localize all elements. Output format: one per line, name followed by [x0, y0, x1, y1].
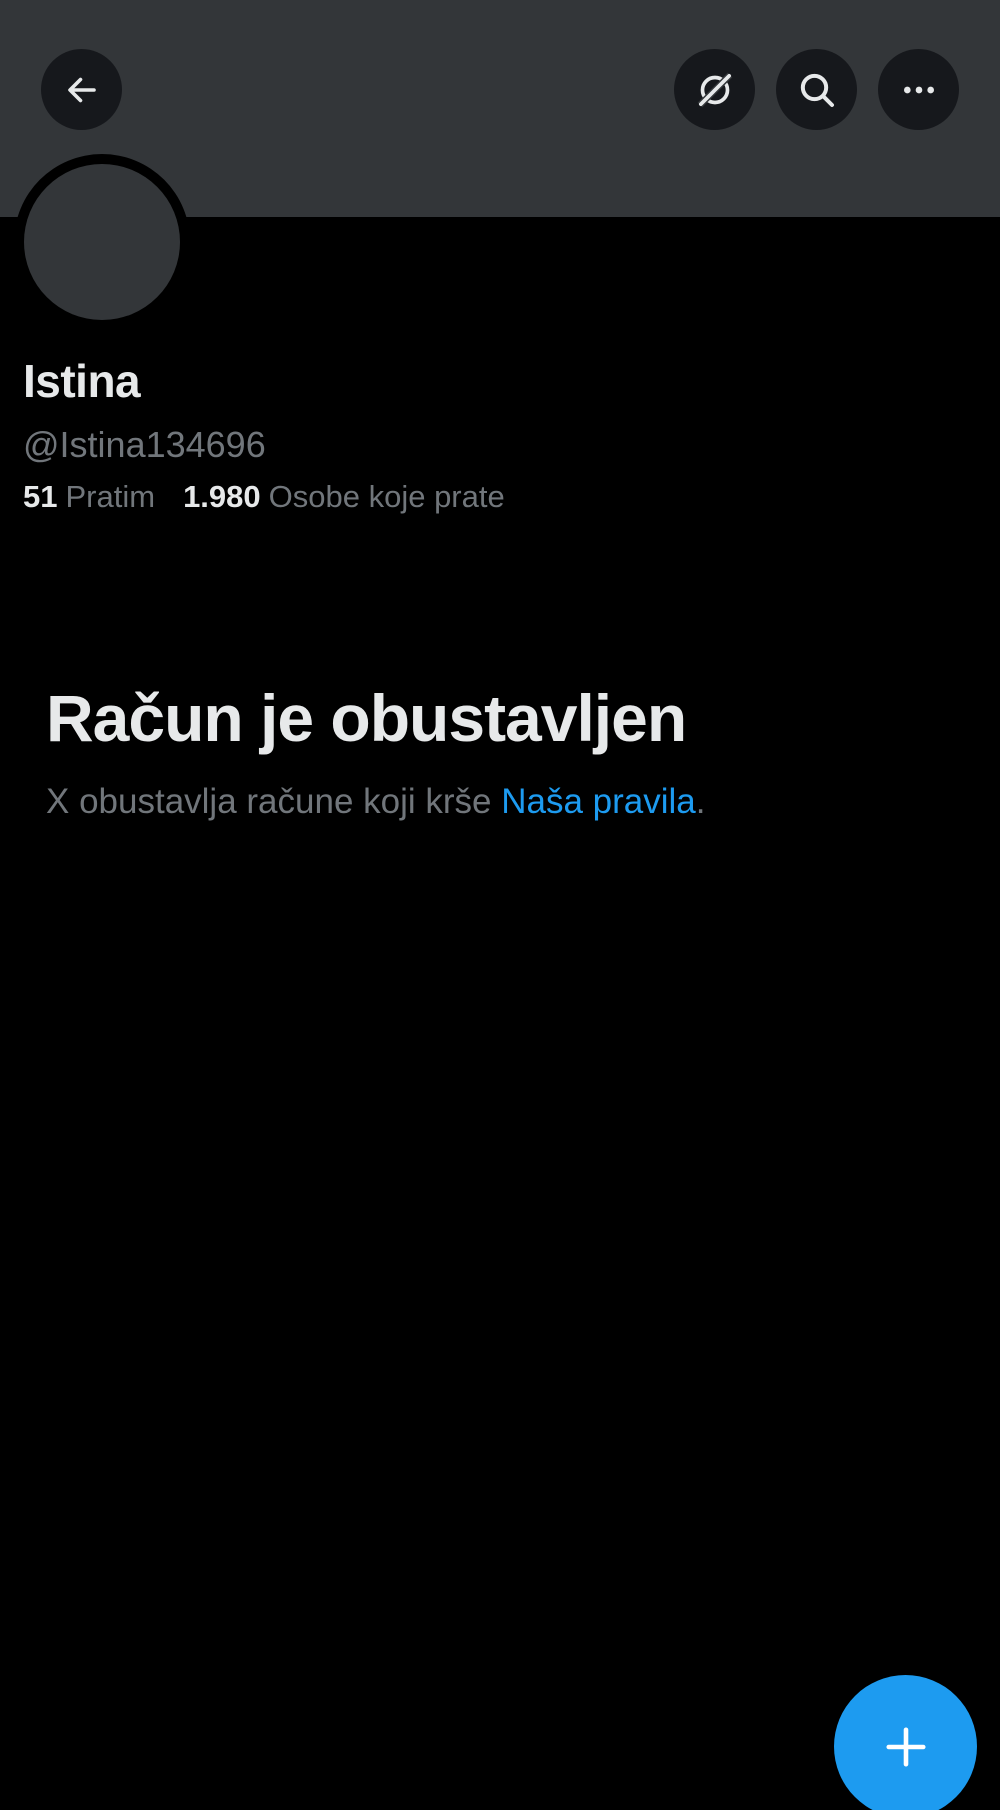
- avatar[interactable]: [24, 164, 180, 320]
- plus-icon: [885, 1726, 926, 1767]
- profile-page: Istina @Istina134696 51 Pratim 1.980 Oso…: [0, 0, 1000, 1810]
- compose-button[interactable]: [834, 1675, 977, 1810]
- grok-button[interactable]: [674, 49, 755, 130]
- following-count: 51: [23, 479, 58, 514]
- search-icon: [800, 73, 834, 107]
- rules-link[interactable]: Naša pravila: [501, 782, 696, 821]
- following-stat[interactable]: 51 Pratim: [23, 479, 155, 515]
- followers-count: 1.980: [183, 479, 261, 514]
- followers-stat[interactable]: 1.980 Osobe koje prate: [183, 479, 505, 515]
- suspended-message-period: .: [695, 782, 706, 821]
- followers-label: Osobe koje prate: [268, 479, 505, 514]
- display-name: Istina: [23, 355, 141, 407]
- arrow-left-icon: [67, 77, 96, 102]
- back-button[interactable]: [41, 49, 122, 130]
- suspended-title: Račun je obustavljen: [46, 681, 687, 755]
- suspended-message: X obustavlja račune koji krše Naša pravi…: [46, 782, 706, 822]
- grok-icon: [697, 72, 732, 107]
- search-button[interactable]: [776, 49, 857, 130]
- more-button[interactable]: [878, 49, 959, 130]
- more-dots-icon: [903, 86, 934, 93]
- following-label: Pratim: [65, 479, 156, 514]
- user-handle: @Istina134696: [23, 424, 266, 465]
- follow-stats: 51 Pratim 1.980 Osobe koje prate: [23, 479, 533, 515]
- suspended-message-text: X obustavlja račune koji krše: [46, 782, 492, 821]
